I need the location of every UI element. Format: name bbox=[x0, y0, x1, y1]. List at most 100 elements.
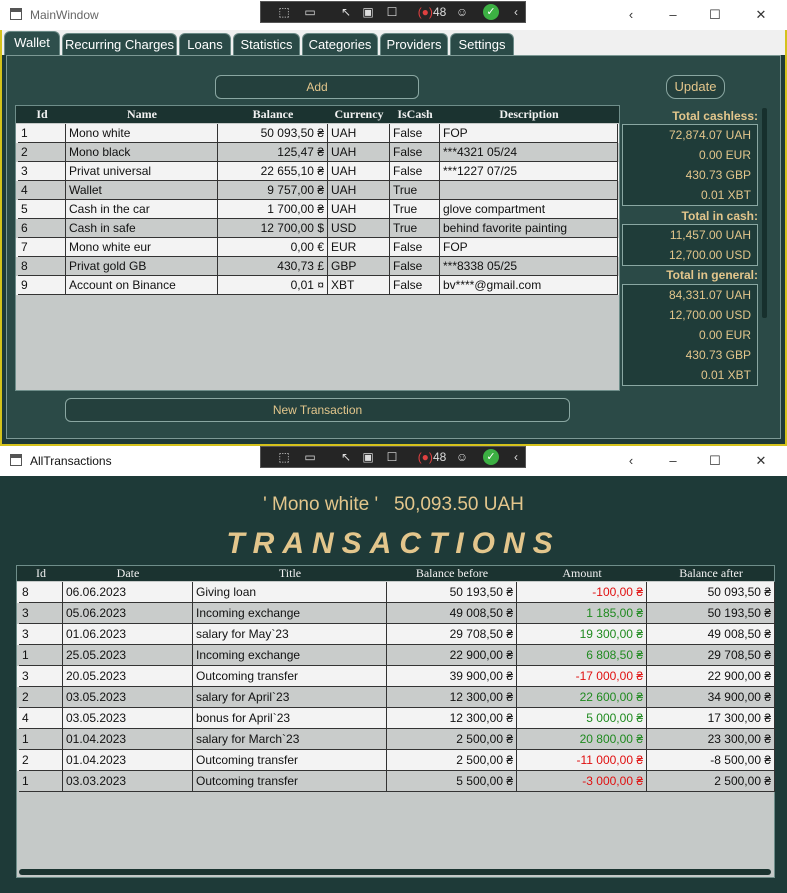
transaction-row[interactable]: 3 01.06.2023 salary for May`23 29 708,50 ₴ 1… bbox=[17, 624, 775, 645]
column-header-balance-after[interactable]: Balance after bbox=[647, 566, 775, 581]
frame-counter-value: 48 bbox=[432, 5, 447, 19]
total-cash-box: 11,457.00 UAH 12,700.00 USD bbox=[622, 224, 758, 266]
select-element-icon[interactable]: ⬚ bbox=[275, 4, 293, 20]
minimize-button[interactable]: – bbox=[662, 450, 684, 472]
column-header-id[interactable]: Id bbox=[19, 566, 63, 581]
cell-name: Privat universal bbox=[66, 162, 218, 181]
column-header-balance-before[interactable]: Balance before bbox=[387, 566, 517, 581]
frame-rate-icon: (●) bbox=[417, 5, 433, 19]
track-focus-icon[interactable]: ☐ bbox=[383, 4, 401, 20]
layout-adorner-icon[interactable]: ▣ bbox=[359, 4, 377, 20]
select-element-icon[interactable]: ⬚ bbox=[275, 449, 293, 465]
cell-currency: UAH bbox=[328, 181, 390, 200]
pointer-icon[interactable]: ↖ bbox=[337, 449, 355, 465]
cell-balance-after: 50 193,50 ₴ bbox=[647, 603, 775, 624]
video-icon[interactable]: ▭ bbox=[301, 4, 319, 20]
accessibility-icon[interactable]: ☺ bbox=[453, 449, 471, 465]
wallet-row[interactable]: 7 Mono white eur 0,00 € EUR False FOP bbox=[16, 238, 619, 257]
collapse-chevron-icon[interactable]: ‹ bbox=[507, 4, 525, 20]
cell-iscash: True bbox=[390, 181, 440, 200]
column-header-amount[interactable]: Amount bbox=[517, 566, 647, 581]
column-header-date[interactable]: Date bbox=[63, 566, 193, 581]
tab-statistics[interactable]: Statistics bbox=[233, 33, 300, 55]
cell-balance-before: 49 008,50 ₴ bbox=[387, 603, 517, 624]
cell-iscash: False bbox=[390, 257, 440, 276]
transaction-row[interactable]: 4 03.05.2023 bonus for April`23 12 300,00 ₴… bbox=[17, 708, 775, 729]
transactions-table-header: Id Date Title Balance before Amount Bala… bbox=[17, 566, 774, 581]
transaction-row[interactable]: 8 06.06.2023 Giving loan 50 193,50 ₴ -100,00… bbox=[17, 582, 775, 603]
column-header-title[interactable]: Title bbox=[193, 566, 387, 581]
cell-balance-after: 29 708,50 ₴ bbox=[647, 645, 775, 666]
cell-balance-before: 50 193,50 ₴ bbox=[387, 582, 517, 603]
column-header-iscash[interactable]: IsCash bbox=[390, 107, 440, 122]
accessibility-icon[interactable]: ☺ bbox=[453, 4, 471, 20]
cell-balance-after: 22 900,00 ₴ bbox=[647, 666, 775, 687]
cell-amount: 5 000,00 ₴ bbox=[517, 708, 647, 729]
transaction-row[interactable]: 2 01.04.2023 Outcoming transfer 2 500,00 ₴ -… bbox=[17, 750, 775, 771]
cell-currency: USD bbox=[328, 219, 390, 238]
cell-balance: 125,47 ₴ bbox=[218, 143, 328, 162]
maximize-button[interactable]: ☐ bbox=[704, 450, 726, 472]
cell-iscash: False bbox=[390, 124, 440, 143]
cell-balance-before: 12 300,00 ₴ bbox=[387, 687, 517, 708]
wallet-row[interactable]: 8 Privat gold GB 430,73 £ GBP False ***8338 0… bbox=[16, 257, 619, 276]
transaction-row[interactable]: 2 03.05.2023 salary for April`23 12 300,00 … bbox=[17, 687, 775, 708]
debug-toolbar: ⬚ ▭ ↖ ▣ ☐ (●)48 ☺ ✓ ‹ bbox=[260, 1, 526, 23]
cell-id: 1 bbox=[19, 729, 63, 750]
back-arrow-icon[interactable]: ‹ bbox=[620, 4, 642, 26]
wallet-row[interactable]: 9 Account on Binance 0,01 ¤ XBT False bv****@… bbox=[16, 276, 619, 295]
tab-providers[interactable]: Providers bbox=[380, 33, 448, 55]
checkmark-icon[interactable]: ✓ bbox=[483, 449, 499, 465]
cell-date: 20.05.2023 bbox=[63, 666, 193, 687]
tab-settings[interactable]: Settings bbox=[450, 33, 514, 55]
new-transaction-button[interactable]: New Transaction bbox=[65, 398, 570, 422]
total-cashless-box: 72,874.07 UAH 0.00 EUR 430.73 GBP 0.01 X… bbox=[622, 124, 758, 206]
wallet-row[interactable]: 6 Cash in safe 12 700,00 $ USD True behind fa… bbox=[16, 219, 619, 238]
maximize-button[interactable]: ☐ bbox=[704, 4, 726, 26]
transaction-row[interactable]: 3 05.06.2023 Incoming exchange 49 008,50 ₴ 1… bbox=[17, 603, 775, 624]
column-header-name[interactable]: Name bbox=[66, 107, 218, 122]
cell-name: Mono white eur bbox=[66, 238, 218, 257]
transaction-row[interactable]: 1 01.04.2023 salary for March`23 2 500,00 ₴… bbox=[17, 729, 775, 750]
main-window-title: MainWindow bbox=[30, 8, 99, 22]
total-cashless-value: 0.01 XBT bbox=[700, 188, 751, 202]
tab-categories[interactable]: Categories bbox=[302, 33, 378, 55]
wallet-row[interactable]: 5 Cash in the car 1 700,00 ₴ UAH True glove c… bbox=[16, 200, 619, 219]
close-button[interactable]: ✕ bbox=[750, 450, 772, 472]
tab-wallet[interactable]: Wallet bbox=[4, 31, 60, 55]
pointer-icon[interactable]: ↖ bbox=[337, 4, 355, 20]
add-button[interactable]: Add bbox=[215, 75, 419, 99]
cell-id: 6 bbox=[18, 219, 66, 238]
cell-iscash: True bbox=[390, 200, 440, 219]
tab-strip: Wallet Recurring Charges Loans Statistic… bbox=[2, 30, 785, 55]
wallet-row[interactable]: 2 Mono black 125,47 ₴ UAH False ***4321 05/24 bbox=[16, 143, 619, 162]
collapse-chevron-icon[interactable]: ‹ bbox=[507, 449, 525, 465]
track-focus-icon[interactable]: ☐ bbox=[383, 449, 401, 465]
tab-recurring-charges[interactable]: Recurring Charges bbox=[62, 33, 177, 55]
column-header-id[interactable]: Id bbox=[18, 107, 66, 122]
wallet-row[interactable]: 4 Wallet 9 757,00 ₴ UAH True bbox=[16, 181, 619, 200]
close-button[interactable]: ✕ bbox=[750, 4, 772, 26]
cell-balance-after: 2 500,00 ₴ bbox=[647, 771, 775, 792]
horizontal-scrollbar[interactable] bbox=[19, 869, 771, 875]
cell-title: Outcoming transfer bbox=[193, 750, 387, 771]
minimize-button[interactable]: – bbox=[662, 4, 684, 26]
wallet-row[interactable]: 3 Privat universal 22 655,10 ₴ UAH False ***1… bbox=[16, 162, 619, 181]
column-header-balance[interactable]: Balance bbox=[218, 107, 328, 122]
checkmark-icon[interactable]: ✓ bbox=[483, 4, 499, 20]
back-arrow-icon[interactable]: ‹ bbox=[620, 450, 642, 472]
cell-date: 03.03.2023 bbox=[63, 771, 193, 792]
wallet-row[interactable]: 1 Mono white 50 093,50 ₴ UAH False FOP bbox=[16, 124, 619, 143]
cell-date: 03.05.2023 bbox=[63, 708, 193, 729]
transaction-row[interactable]: 3 20.05.2023 Outcoming transfer 39 900,00 ₴… bbox=[17, 666, 775, 687]
column-header-description[interactable]: Description bbox=[440, 107, 618, 122]
tab-loans[interactable]: Loans bbox=[179, 33, 231, 55]
transaction-row[interactable]: 1 25.05.2023 Incoming exchange 22 900,00 ₴ 6… bbox=[17, 645, 775, 666]
cell-name: Cash in safe bbox=[66, 219, 218, 238]
layout-adorner-icon[interactable]: ▣ bbox=[359, 449, 377, 465]
video-icon[interactable]: ▭ bbox=[301, 449, 319, 465]
totals-scrollbar[interactable] bbox=[762, 108, 767, 318]
update-button[interactable]: Update bbox=[666, 75, 725, 99]
column-header-currency[interactable]: Currency bbox=[328, 107, 390, 122]
transaction-row[interactable]: 1 03.03.2023 Outcoming transfer 5 500,00 ₴ -… bbox=[17, 771, 775, 792]
